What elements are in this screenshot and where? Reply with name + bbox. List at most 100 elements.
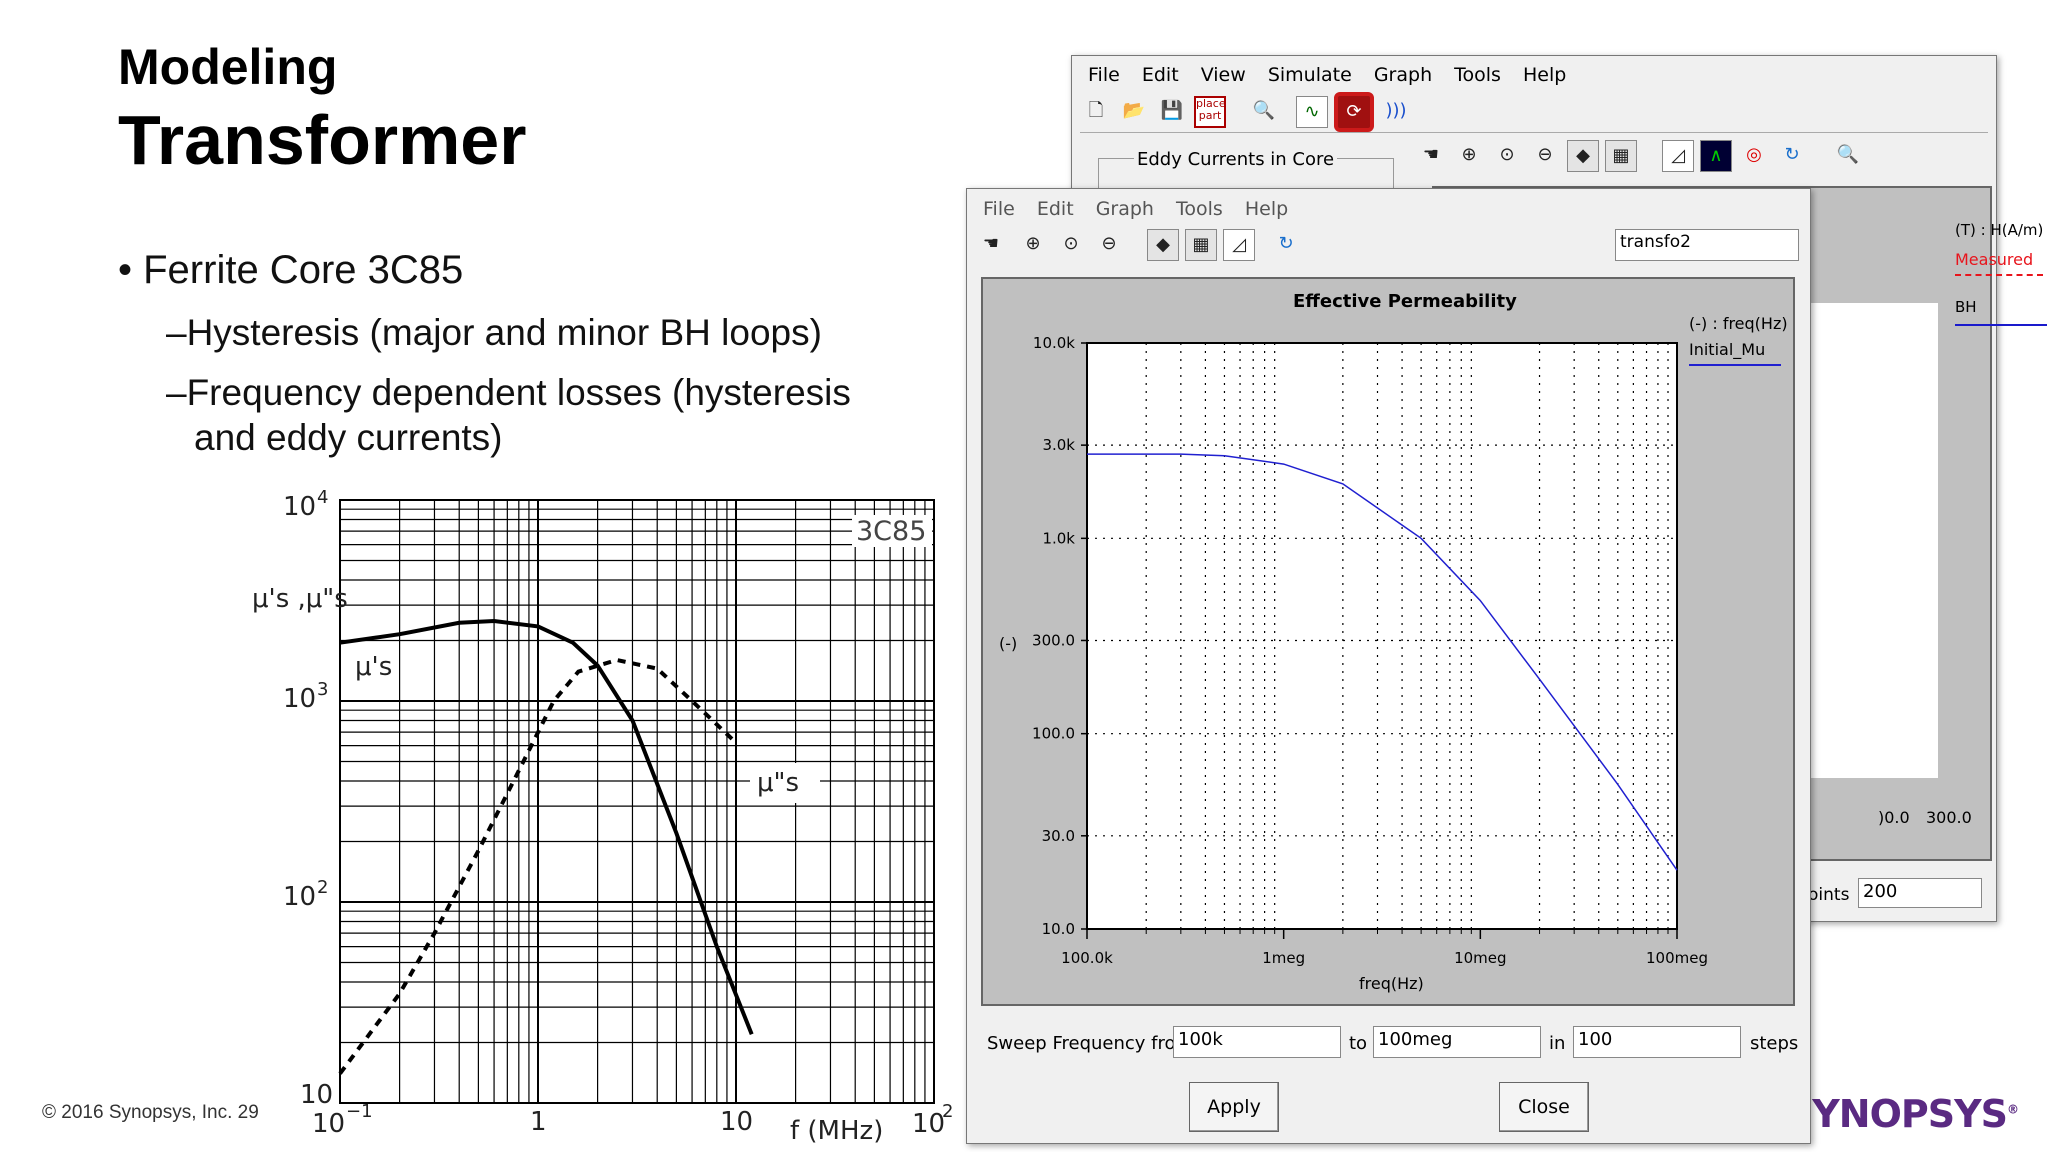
- curve-label-real: μ's: [355, 652, 392, 682]
- measured-legend-line: [1955, 274, 2043, 276]
- new-file-icon[interactable]: 🗋: [1080, 96, 1112, 128]
- run-simulation-icon[interactable]: ⟳: [1334, 92, 1374, 132]
- front-hand-icon[interactable]: ☚: [975, 229, 1007, 261]
- sweep-to-input[interactable]: 100meg: [1373, 1026, 1541, 1058]
- back-menu-simulate[interactable]: Simulate: [1268, 64, 1352, 86]
- slide-title: Transformer: [118, 101, 527, 179]
- trace-icon[interactable]: ∧: [1700, 140, 1732, 172]
- in-label: in: [1549, 1033, 1566, 1054]
- synopsys-logo: SYNOPSYS®: [1785, 1092, 2019, 1136]
- logo-text: SYNOPSYS: [1785, 1092, 2008, 1136]
- to-label: to: [1349, 1033, 1368, 1054]
- front-y-tick-label: 1.0k: [1042, 529, 1075, 547]
- datasheet-plot-border: [339, 499, 935, 1104]
- y-tick-10: 10: [300, 1080, 333, 1110]
- sweep-label: Sweep Frequency from: [987, 1033, 1194, 1054]
- front-y-ticks: 10.0k 3.0k 1.0k 300.0 100.0 30.0 10.0: [1032, 334, 1087, 938]
- front-legend-item: Initial_Mu: [1689, 340, 1765, 360]
- registered-mark: ®: [2007, 1102, 2019, 1117]
- y-tick-10e2-base: 10: [283, 882, 316, 912]
- front-zoom-in-icon[interactable]: ⊕: [1017, 229, 1049, 261]
- y-axis-label: μ's ,μ"s: [252, 584, 348, 614]
- hand-icon[interactable]: ☚: [1415, 140, 1447, 172]
- place-part-icon[interactable]: place part: [1194, 96, 1226, 128]
- front-x-tick-label: 100meg: [1646, 949, 1708, 967]
- front-y-tick-label: 30.0: [1042, 827, 1075, 845]
- back-menu-tools[interactable]: Tools: [1454, 64, 1501, 86]
- back-menu-view[interactable]: View: [1201, 64, 1246, 86]
- datasheet-grid: [339, 499, 935, 1104]
- steps-input[interactable]: 100: [1573, 1026, 1741, 1058]
- points-input[interactable]: 200: [1858, 878, 1982, 908]
- back-menu-graph[interactable]: Graph: [1374, 64, 1432, 86]
- eraser-icon[interactable]: ◆: [1567, 140, 1599, 172]
- back-legend-header: (T) : H(A/m): [1955, 221, 2044, 239]
- x-tick-10: 10: [720, 1107, 753, 1137]
- back-menu-help[interactable]: Help: [1523, 64, 1566, 86]
- steps-label: steps: [1750, 1033, 1799, 1054]
- front-y-tick-label: 100.0: [1032, 725, 1075, 743]
- bh-legend-line: [1955, 324, 2047, 326]
- eddy-group-label: Eddy Currents in Core: [1134, 149, 1338, 170]
- magnifier-icon[interactable]: 🔍: [1832, 140, 1864, 172]
- zoom-fit-icon[interactable]: ⊙: [1491, 140, 1523, 172]
- x-tick-100-exp: 2: [942, 1101, 953, 1122]
- close-button[interactable]: Close: [1499, 1082, 1589, 1132]
- graph-icon[interactable]: ∿: [1296, 96, 1328, 128]
- back-legend-measured: Measured: [1955, 250, 2034, 269]
- front-zoom-fit-icon[interactable]: ⊙: [1055, 229, 1087, 261]
- target-icon[interactable]: ◎: [1738, 140, 1770, 172]
- bullet-main-text: Ferrite Core 3C85: [143, 248, 464, 292]
- y-tick-10e3-base: 10: [283, 684, 316, 714]
- open-folder-icon[interactable]: 📂: [1118, 96, 1150, 128]
- zoom-out-icon[interactable]: ⊖: [1529, 140, 1561, 172]
- curve-icon[interactable]: ◿: [1662, 140, 1694, 172]
- front-x-tick-label: 1meg: [1262, 949, 1305, 967]
- sub-bullet-dash: –: [166, 312, 187, 353]
- points-label: oints: [1808, 885, 1850, 905]
- back-legend-bh: BH: [1955, 298, 1977, 316]
- front-menu-tools[interactable]: Tools: [1176, 198, 1223, 220]
- y-tick-10e2-exp: 2: [317, 877, 328, 898]
- back-x-tick-a: )0.0: [1878, 808, 1910, 827]
- front-window: File Edit Graph Tools Help ☚ ⊕ ⊙ ⊖ ◆ ▦ ◿…: [966, 188, 1811, 1144]
- y-tick-10e4-base: 10: [283, 492, 316, 522]
- front-curve-icon[interactable]: ◿: [1223, 229, 1255, 261]
- grid-icon[interactable]: ▦: [1605, 140, 1637, 172]
- front-menu-edit[interactable]: Edit: [1037, 198, 1074, 220]
- front-eraser-icon[interactable]: ◆: [1147, 229, 1179, 261]
- front-zoom-out-icon[interactable]: ⊖: [1093, 229, 1125, 261]
- datasheet-chart: 3C85 μ's ,μ"s μ's μ"s 10 4 10 3 10 2 10 …: [252, 487, 953, 1145]
- back-menu-edit[interactable]: Edit: [1142, 64, 1179, 86]
- x-tick-0.1-exp: −1: [346, 1101, 373, 1122]
- back-menu-file[interactable]: File: [1088, 64, 1120, 86]
- front-plot-frame: Effective Permeability (-) : freq(Hz) In…: [981, 277, 1795, 1006]
- sweep-from-input[interactable]: 100k: [1173, 1026, 1341, 1058]
- waveform-icon[interactable]: ))): [1380, 96, 1412, 128]
- zoom-in-icon[interactable]: ⊕: [1453, 140, 1485, 172]
- front-grid-icon[interactable]: ▦: [1185, 229, 1217, 261]
- front-plot-area: [1086, 342, 1678, 930]
- front-y-tick-label: 300.0: [1032, 631, 1075, 649]
- front-legend-header: (-) : freq(Hz): [1689, 314, 1788, 333]
- design-dropdown[interactable]: transfo2: [1615, 229, 1799, 261]
- bullet-main: • Ferrite Core 3C85: [118, 248, 463, 293]
- y-tick-10e4-exp: 4: [317, 487, 328, 508]
- front-menu-file[interactable]: File: [983, 198, 1015, 220]
- bullet-dot: •: [118, 248, 144, 292]
- save-icon[interactable]: 💾: [1156, 96, 1188, 128]
- sub-bullet-2-continued: and eddy currents): [194, 417, 503, 458]
- sub-bullet-2: –Frequency dependent losses (hysteresis: [166, 372, 851, 414]
- x-axis-label: f (MHz): [790, 1116, 883, 1145]
- back-menubar: File Edit View Simulate Graph Tools Help: [1072, 59, 1996, 89]
- front-refresh-icon[interactable]: ↻: [1270, 229, 1302, 261]
- y-tick-10e3-exp: 3: [317, 679, 328, 700]
- refresh-icon[interactable]: ↻: [1776, 140, 1808, 172]
- back-toolbar: 🗋 📂 💾 place part 🔍 ∿ ⟳ ))): [1080, 92, 1988, 133]
- front-menu-help[interactable]: Help: [1245, 198, 1288, 220]
- netlist-icon[interactable]: 🔍: [1248, 96, 1280, 128]
- front-x-ticks: 100.0k 1meg 10meg 100meg: [1061, 929, 1708, 967]
- apply-button[interactable]: Apply: [1189, 1082, 1279, 1132]
- front-menu-graph[interactable]: Graph: [1096, 198, 1154, 220]
- sub-bullet-dash: –: [166, 372, 187, 413]
